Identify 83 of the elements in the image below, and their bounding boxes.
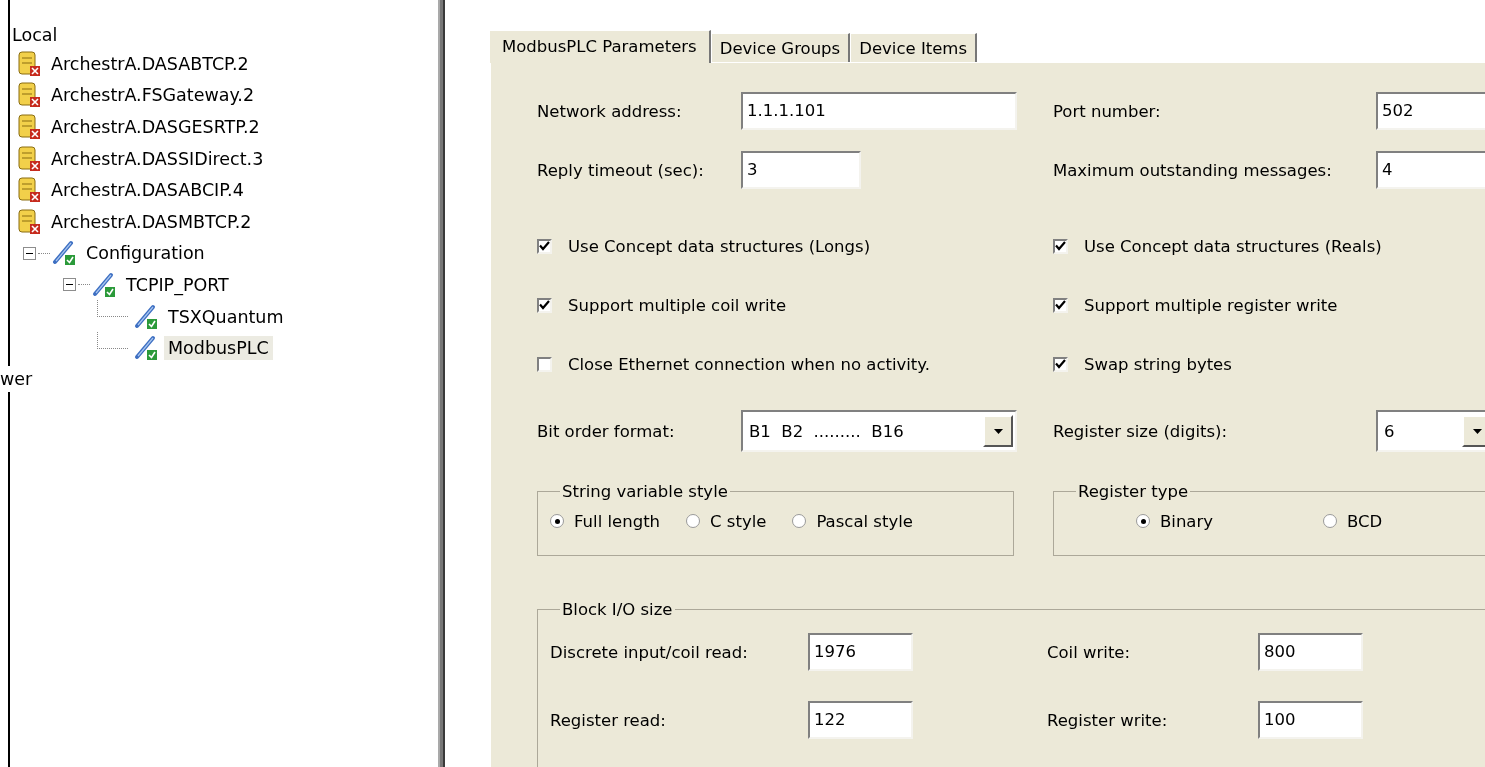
checkbox[interactable] [537,297,552,313]
tree-item[interactable]: ArchestrA.DASMBTCP.2 [47,209,256,234]
tree-item[interactable]: Configuration [82,241,209,266]
checkmark-icon [539,300,550,310]
radio-button[interactable] [686,514,701,528]
field-label: Port number: [1053,101,1162,121]
radio-button[interactable] [1323,514,1338,528]
wand-icon [134,335,158,362]
tree-item[interactable]: ArchestrA.DASGESRTP.2 [47,115,264,139]
dropdown-value: B1 B2 ......... B16 [749,421,905,441]
checkbox-label: Use Concept data structures (Longs) [568,236,871,256]
text-field[interactable]: 122 [808,701,913,739]
checkmark-icon [1055,359,1066,369]
server-icon [17,50,41,77]
text-field[interactable]: 4 [1376,151,1485,189]
checkbox[interactable] [1053,356,1068,372]
radio-label: Pascal style [816,511,913,531]
radio-label: BCD [1347,511,1383,531]
tree-item[interactable]: ModbusPLC [164,336,273,361]
tab[interactable]: Device Groups [710,33,851,62]
caret-icon [993,428,1003,434]
wand-icon [92,271,116,298]
tab[interactable]: Device Items [850,33,978,62]
text-field[interactable]: 1976 [808,633,913,671]
dropdown-value: 6 [1384,421,1396,441]
field-label: Register size (digits): [1053,421,1229,441]
caret-icon [1472,428,1482,434]
radio-button[interactable] [550,514,564,528]
checkbox-label: Close Ethernet connection when no activity. [568,354,930,374]
field-label: Maximum outstanding messages: [1053,160,1333,180]
tree-item[interactable]: ArchestrA.FSGateway.2 [47,83,259,108]
radio-label: Binary [1160,511,1214,531]
wand-icon [134,303,158,330]
field-label: Discrete input/coil read: [550,642,749,662]
tree-root-label[interactable]: Local [12,22,438,48]
server-icon [17,114,41,140]
checkbox-label: Support multiple coil write [568,295,787,315]
radio-label: Full length [574,511,661,531]
tree-item[interactable]: ArchestrA.DASSIDirect.3 [47,146,268,171]
server-icon [17,208,41,235]
splitter[interactable] [438,0,445,767]
field-label: Register write: [1047,710,1169,730]
text-field[interactable]: 3 [741,151,861,189]
dropdown-button[interactable] [1462,415,1485,447]
radio-button[interactable] [792,514,807,528]
field-label: Coil write: [1047,642,1132,662]
dropdown[interactable]: B1 B2 ......... B16 [741,410,1017,452]
text-field[interactable]: 502 [1376,92,1485,130]
field-label: Register read: [550,710,667,730]
checkbox[interactable] [1053,238,1068,254]
field-label: Bit order format: [537,421,676,441]
dropdown[interactable]: 6 [1376,410,1485,452]
radio-button[interactable] [1136,514,1150,528]
dropdown-button[interactable] [983,415,1013,447]
wand-icon [52,240,76,267]
server-icon [17,145,41,172]
text-field[interactable]: 100 [1258,701,1363,739]
checkbox[interactable] [537,238,552,254]
checkmark-icon [539,241,550,251]
group-title: String variable style [561,482,729,501]
group-title: Register type [1077,482,1190,501]
tree-item[interactable]: ArchestrA.DASABTCP.2 [47,51,253,76]
checkbox[interactable] [1053,297,1068,313]
field-label: Network address: [537,101,683,121]
collapse-toggle[interactable] [23,246,36,260]
tree-item[interactable]: TSXQuantum [164,304,288,329]
checkbox-label: Use Concept data structures (Reals) [1084,236,1382,256]
checkmark-icon [1055,300,1066,310]
checkbox-label: Support multiple register write [1084,295,1338,315]
text-field[interactable]: 800 [1258,633,1363,671]
radio-label: C style [710,511,767,531]
tree-item[interactable]: TCPIP_PORT [122,272,233,297]
tree-item[interactable]: ArchestrA.DASABCIP.4 [47,178,248,203]
server-icon [17,177,41,204]
text-field[interactable]: 1.1.1.101 [741,92,1017,130]
group-title: Block I/O size [561,600,674,619]
server-icon [17,82,41,109]
field-label: Reply timeout (sec): [537,160,705,180]
checkbox-label: Swap string bytes [1084,354,1232,374]
checkmark-icon [1055,241,1066,251]
checkbox[interactable] [537,356,552,372]
collapse-toggle[interactable] [63,278,76,292]
tab[interactable]: ModbusPLC Parameters [489,30,711,63]
